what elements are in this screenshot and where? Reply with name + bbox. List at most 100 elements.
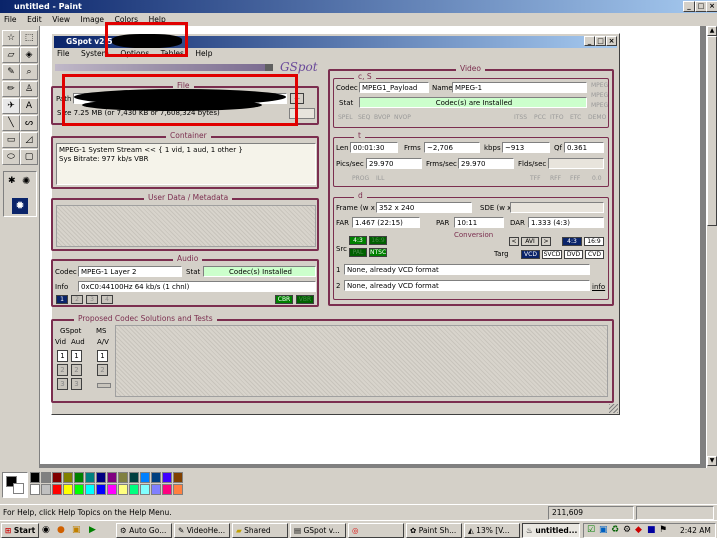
- audio-stream-button[interactable]: 4: [101, 295, 113, 304]
- color-swatch[interactable]: [74, 484, 84, 495]
- conversion-result[interactable]: None, already VCD format: [344, 264, 590, 275]
- frms-field[interactable]: ~2,706: [424, 142, 480, 153]
- rectangle-icon[interactable]: ▭: [2, 132, 20, 148]
- color-swatch[interactable]: [118, 484, 128, 495]
- test-av-1[interactable]: 1: [97, 350, 108, 362]
- kbps-field[interactable]: ~913: [502, 142, 550, 153]
- task-paint-shop[interactable]: ✿ Paint Sh...: [406, 523, 462, 538]
- rounded-rect-icon[interactable]: ▢: [20, 149, 38, 165]
- color-swatch[interactable]: [74, 472, 84, 483]
- color-swatch[interactable]: [129, 472, 139, 483]
- video-codec-field[interactable]: MPEG1_Payload: [359, 82, 429, 93]
- gspot-menu-help[interactable]: Help: [195, 49, 212, 58]
- test-aud-1[interactable]: 1: [71, 350, 82, 362]
- audio-stream-button[interactable]: 1: [56, 295, 68, 304]
- color-swatch[interactable]: [107, 472, 117, 483]
- color-swatch[interactable]: [63, 484, 73, 495]
- task-gspot[interactable]: ▤ GSpot v...: [290, 523, 346, 538]
- tool-options[interactable]: ✱ ✺ ✹: [3, 171, 37, 217]
- src-4-3-button[interactable]: 4:3: [349, 236, 367, 245]
- test-aud-3[interactable]: 3: [71, 378, 82, 390]
- rect-select-icon[interactable]: ⬚: [20, 30, 38, 46]
- task-auto-go[interactable]: ⚙ Auto Go...: [116, 523, 172, 538]
- gspot-close-button[interactable]: ×: [606, 36, 617, 46]
- pics-field[interactable]: 29.970: [366, 158, 422, 169]
- clock[interactable]: 2:42 AM: [680, 525, 711, 537]
- color-swatch[interactable]: [107, 484, 117, 495]
- gspot-minimize-button[interactable]: _: [584, 36, 595, 46]
- free-select-icon[interactable]: ☆: [2, 30, 20, 46]
- audio-stream-button[interactable]: 2: [71, 295, 83, 304]
- color-swatch[interactable]: [85, 472, 95, 483]
- background-color[interactable]: [13, 483, 24, 494]
- src-ntsc-button[interactable]: NTSC: [369, 248, 387, 257]
- gspot-window[interactable]: GSpot v2.52 _ □ × File System Options Ta…: [51, 22, 620, 415]
- task-untitled-paint[interactable]: ♨ untitled...: [522, 523, 580, 538]
- test-vid-2[interactable]: 2: [57, 364, 68, 376]
- spray-medium-icon[interactable]: ✺: [22, 176, 30, 187]
- color-swatch[interactable]: [118, 472, 128, 483]
- paint-title-bar[interactable]: untitled - Paint _ □ ×: [0, 0, 717, 13]
- color-picker-icon[interactable]: ✎: [2, 64, 20, 80]
- par-field[interactable]: 10:11: [454, 217, 504, 228]
- conversion-result[interactable]: None, already VCD format: [344, 280, 590, 291]
- media-icon[interactable]: ▶: [89, 525, 96, 535]
- scroll-thumb[interactable]: [707, 36, 717, 226]
- folder-quick-icon[interactable]: ▣: [72, 525, 81, 535]
- tray-icon[interactable]: ⚙: [623, 525, 631, 535]
- quicklaunch-icon[interactable]: ◉: [42, 525, 50, 535]
- fill-icon[interactable]: ◈: [20, 47, 38, 63]
- conv-avi-button[interactable]: AVI: [521, 237, 539, 246]
- eraser-icon[interactable]: ▱: [2, 47, 20, 63]
- task-videohe[interactable]: ✎ VideoHe...: [174, 523, 230, 538]
- close-button[interactable]: ×: [706, 1, 717, 12]
- pencil-icon[interactable]: ✏: [2, 81, 20, 97]
- task-progress[interactable]: ◭ 13% [V...: [464, 523, 520, 538]
- conv-prev-button[interactable]: <: [509, 237, 519, 246]
- menu-file[interactable]: File: [4, 15, 17, 24]
- targ-svcd-button[interactable]: SVCD: [542, 250, 562, 259]
- audio-info-field[interactable]: 0xC0:44100Hz 64 kb/s (1 chnl): [78, 281, 316, 292]
- dar-field[interactable]: 1.333 (4:3): [528, 217, 604, 228]
- conv-next-button[interactable]: >: [541, 237, 551, 246]
- color-swatch[interactable]: [52, 484, 62, 495]
- color-swatch[interactable]: [30, 472, 40, 483]
- targ-cvd-button[interactable]: CVD: [585, 250, 604, 259]
- scroll-down-icon[interactable]: ▼: [707, 456, 717, 466]
- text-icon[interactable]: A: [20, 98, 38, 114]
- src-16-9-button[interactable]: 16:9: [369, 236, 387, 245]
- vertical-scrollbar[interactable]: ▲ ▼: [706, 26, 717, 468]
- qf-field[interactable]: 0.361: [564, 142, 604, 153]
- tray-icon[interactable]: ♻: [611, 525, 619, 535]
- color-swatch[interactable]: [151, 472, 161, 483]
- audio-codec-field[interactable]: MPEG-1 Layer 2: [78, 266, 182, 277]
- menu-view[interactable]: View: [52, 15, 70, 24]
- scroll-up-icon[interactable]: ▲: [707, 26, 717, 36]
- start-button[interactable]: ⊞ Start: [1, 523, 39, 538]
- color-swatch[interactable]: [173, 472, 183, 483]
- len-field[interactable]: 00:01:30: [350, 142, 398, 153]
- info-link[interactable]: info: [592, 282, 605, 292]
- gspot-maximize-button[interactable]: □: [595, 36, 606, 46]
- ellipse-icon[interactable]: ⬭: [2, 149, 20, 165]
- test-aud-2[interactable]: 2: [71, 364, 82, 376]
- color-swatch[interactable]: [41, 484, 51, 495]
- color-swatch[interactable]: [85, 484, 95, 495]
- targ-dvd-button[interactable]: DVD: [564, 250, 583, 259]
- color-swatch[interactable]: [162, 484, 172, 495]
- flds-field[interactable]: [548, 158, 604, 169]
- audio-stream-button[interactable]: 3: [86, 295, 98, 304]
- tray-icon[interactable]: ◆: [635, 525, 642, 535]
- spray-large-icon[interactable]: ✹: [12, 198, 28, 214]
- color-swatch[interactable]: [140, 484, 150, 495]
- video-name-field[interactable]: MPEG-1: [452, 82, 587, 93]
- src-pal-button[interactable]: PAL: [349, 248, 367, 257]
- color-swatch[interactable]: [129, 484, 139, 495]
- current-colors[interactable]: [2, 472, 28, 498]
- color-swatch[interactable]: [151, 484, 161, 495]
- color-swatch[interactable]: [41, 472, 51, 483]
- airbrush-icon[interactable]: ✈: [2, 98, 20, 114]
- frame-field[interactable]: 352 x 240: [376, 202, 472, 213]
- line-icon[interactable]: ╲: [2, 115, 20, 131]
- curve-icon[interactable]: ᔕ: [20, 115, 38, 131]
